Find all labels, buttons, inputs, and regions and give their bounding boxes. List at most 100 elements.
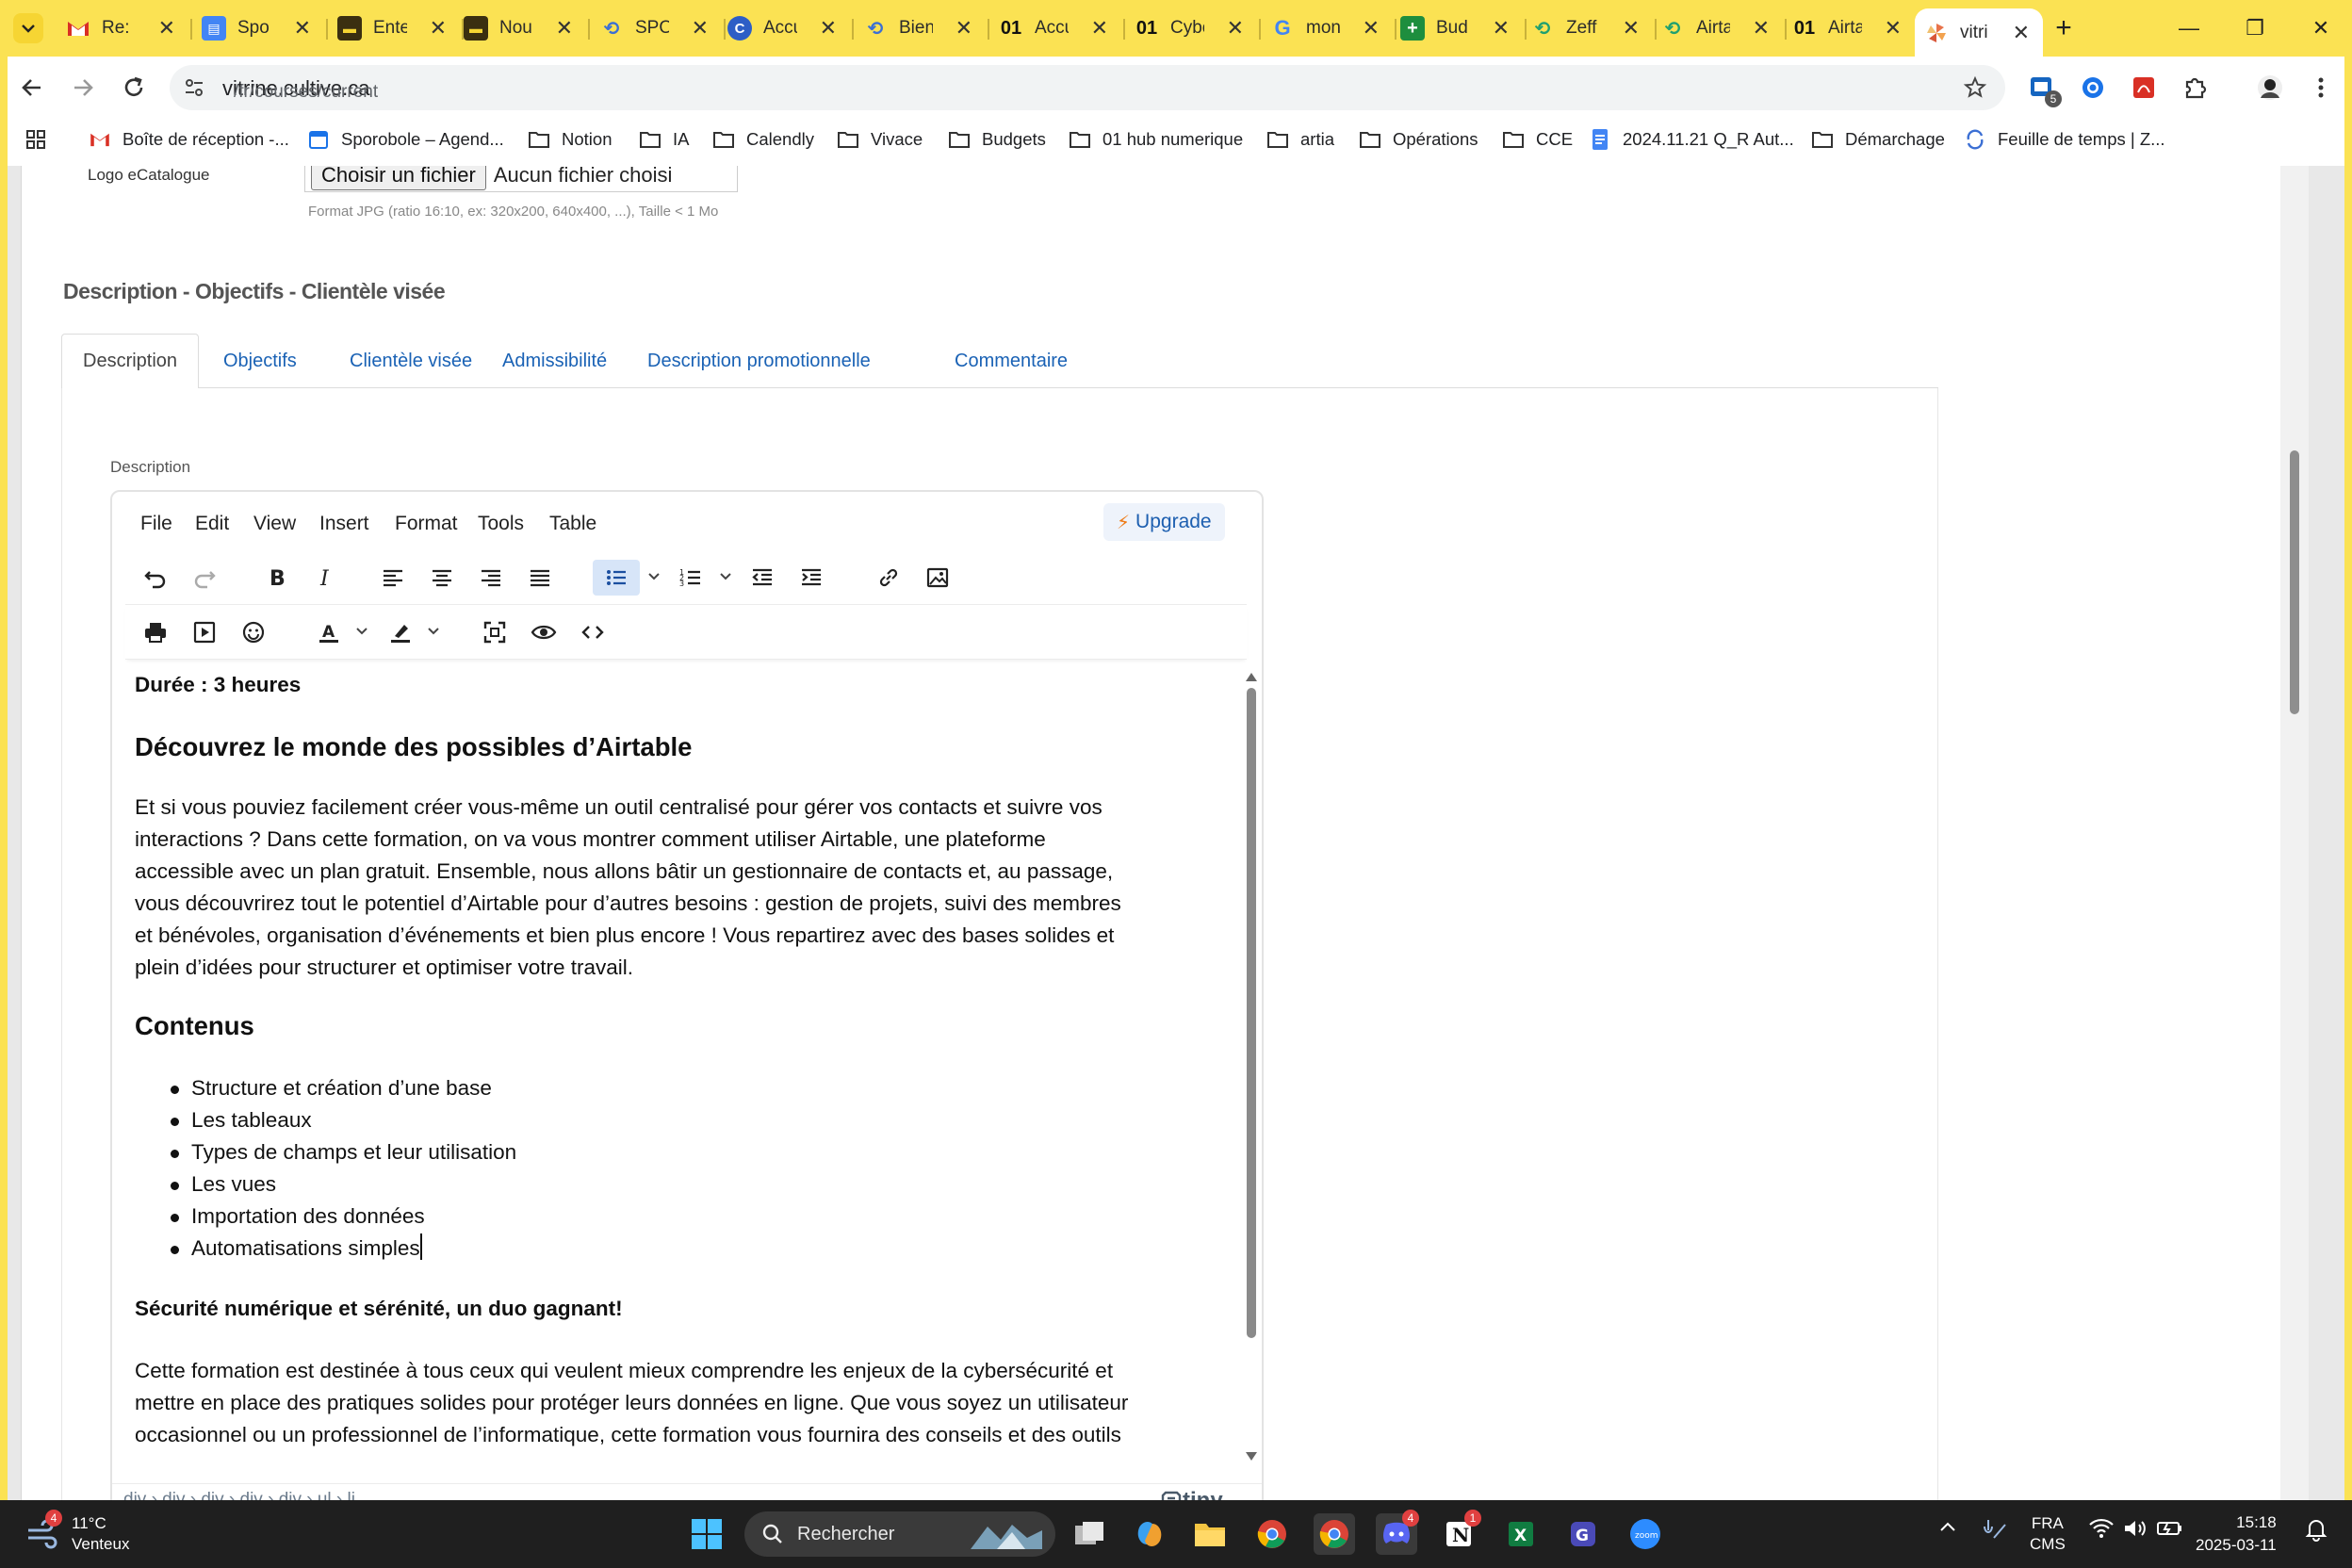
browser-tab[interactable]: + Bud ✕ <box>1391 8 1523 48</box>
task-view-icon[interactable] <box>1069 1513 1110 1555</box>
weather-widget[interactable]: 4 11°C Venteux <box>24 1510 129 1555</box>
menu-file[interactable]: File <box>140 513 172 535</box>
battery-icon[interactable] <box>2156 1517 2184 1544</box>
upgrade-button[interactable]: ⚡ Upgrade <box>1103 503 1225 541</box>
print-icon[interactable] <box>137 614 174 650</box>
editor-scrollbar[interactable] <box>1243 669 1260 1461</box>
close-icon[interactable]: ✕ <box>430 16 447 41</box>
extensions-puzzle-icon[interactable] <box>2179 72 2211 104</box>
bookmark-star-icon[interactable] <box>1960 73 1990 103</box>
preview-icon[interactable] <box>525 614 563 650</box>
numbered-list-icon[interactable]: 123 <box>672 560 710 596</box>
bookmark-gmail[interactable]: Boîte de réception -... <box>89 128 289 151</box>
bookmark-folder-cce[interactable]: CCE <box>1502 128 1573 151</box>
forward-button[interactable] <box>64 69 102 106</box>
close-icon[interactable]: ✕ <box>294 16 311 41</box>
redo-icon[interactable] <box>186 560 223 596</box>
close-icon[interactable]: ✕ <box>1753 16 1770 41</box>
wifi-icon[interactable] <box>2088 1517 2115 1544</box>
menu-tools[interactable]: Tools <box>478 513 524 535</box>
bookmark-folder-ia[interactable]: IA <box>639 128 689 151</box>
close-icon[interactable]: ✕ <box>956 16 972 41</box>
browser-tab[interactable]: 01 Airta ✕ <box>1783 8 1915 48</box>
browser-tab[interactable]: C Accu ✕ <box>718 8 850 48</box>
link-icon[interactable] <box>870 560 907 596</box>
menu-insert[interactable]: Insert <box>319 513 369 535</box>
profile-avatar[interactable] <box>2254 72 2286 104</box>
minimize-button[interactable]: — <box>2156 9 2222 47</box>
media-icon[interactable] <box>186 614 223 650</box>
browser-tab[interactable]: ▬ Ente ✕ <box>328 8 460 48</box>
bookmark-sporobole[interactable]: Sporobole – Agend... <box>307 128 504 151</box>
new-tab-button[interactable]: + <box>2047 11 2081 45</box>
logo-file-input[interactable]: Choisir un fichier Aucun fichier choisi <box>304 166 738 192</box>
close-icon[interactable]: ✕ <box>1227 16 1244 41</box>
highlight-chevron-icon[interactable] <box>425 622 442 639</box>
element-path[interactable]: div › div › div › div › div › ul › li <box>123 1490 355 1500</box>
emoji-icon[interactable] <box>235 614 272 650</box>
site-info-icon[interactable] <box>183 76 205 99</box>
bookmark-folder-budgets[interactable]: Budgets <box>948 128 1046 151</box>
extension-circle-icon[interactable] <box>2077 72 2109 104</box>
numbered-list-chevron-icon[interactable] <box>717 567 734 584</box>
align-justify-icon[interactable] <box>521 560 559 596</box>
back-button[interactable] <box>13 69 51 106</box>
reload-button[interactable] <box>115 69 153 106</box>
bookmark-folder-hub[interactable]: 01 hub numerique <box>1069 128 1243 151</box>
copilot-icon[interactable] <box>1129 1513 1170 1555</box>
browser-tab[interactable]: 01 Accu ✕ <box>989 8 1121 48</box>
volume-icon[interactable] <box>2122 1517 2148 1544</box>
align-left-icon[interactable] <box>374 560 412 596</box>
menu-table[interactable]: Table <box>549 513 596 535</box>
restore-button[interactable]: ❐ <box>2222 9 2288 47</box>
browser-tab[interactable]: ▤ Spo ✕ <box>192 8 324 48</box>
excel-icon[interactable]: X <box>1500 1513 1542 1555</box>
app-g-icon[interactable]: G <box>1562 1513 1604 1555</box>
discord-icon[interactable]: 4 <box>1376 1510 1419 1555</box>
tab-commentaire[interactable]: Commentaire <box>934 334 1088 388</box>
bookmark-folder-vivace[interactable]: Vivace <box>837 128 923 151</box>
close-icon[interactable]: ✕ <box>1091 16 1108 41</box>
choose-file-button[interactable]: Choisir un fichier <box>311 166 486 190</box>
chevron-up-icon[interactable] <box>1937 1517 1958 1543</box>
address-bar[interactable]: vitrine.cultive.ca/fr/courses/current <box>170 65 2005 110</box>
browser-tab[interactable]: ▬ Nou ✕ <box>454 8 586 48</box>
align-right-icon[interactable] <box>472 560 510 596</box>
close-icon[interactable]: ✕ <box>820 16 837 41</box>
tab-clientele[interactable]: Clientèle visée <box>329 334 493 388</box>
page-scroll-thumb[interactable] <box>2290 450 2299 714</box>
italic-icon[interactable]: I <box>306 560 344 596</box>
extension-pdf-icon[interactable] <box>2128 72 2160 104</box>
bold-icon[interactable]: B <box>257 560 295 596</box>
tab-description-promotionnelle[interactable]: Description promotionnelle <box>627 334 891 388</box>
browser-tab[interactable]: ⟲ Zeff ✕ <box>1521 8 1653 48</box>
bookmark-timesheet[interactable]: Feuille de temps | Z... <box>1964 128 2165 151</box>
image-icon[interactable] <box>919 560 956 596</box>
indent-icon[interactable] <box>792 560 830 596</box>
browser-tab[interactable]: ⟲ Bien ✕ <box>854 8 986 48</box>
fullscreen-icon[interactable] <box>476 614 514 650</box>
file-explorer-icon[interactable] <box>1189 1513 1231 1555</box>
close-icon[interactable]: ✕ <box>2013 21 2030 45</box>
text-color-icon[interactable]: A <box>310 614 348 650</box>
tiny-logo[interactable]: tiny <box>1160 1488 1223 1500</box>
system-clock[interactable]: 15:18 2025-03-11 <box>2196 1511 2277 1557</box>
page-scrollbar[interactable] <box>2280 166 2309 1500</box>
apps-grid-icon[interactable] <box>24 128 47 151</box>
browser-tab[interactable]: Re: r ✕ <box>57 8 188 48</box>
bullet-list-icon[interactable] <box>593 560 640 596</box>
close-window-button[interactable]: ✕ <box>2288 9 2352 47</box>
tab-search-button[interactable] <box>13 13 43 43</box>
scroll-down-arrow-icon[interactable] <box>1246 1452 1257 1461</box>
close-icon[interactable]: ✕ <box>556 16 573 41</box>
align-center-icon[interactable] <box>423 560 461 596</box>
menu-edit[interactable]: Edit <box>195 513 229 535</box>
browser-tab-active[interactable]: vitri ✕ <box>1915 8 2043 57</box>
bookmark-doc[interactable]: 2024.11.21 Q_R Aut... <box>1589 128 1794 151</box>
windows-start-icon[interactable] <box>686 1513 727 1555</box>
bookmark-folder-notion[interactable]: Notion <box>528 128 612 151</box>
browser-tab[interactable]: ⟲ Airta ✕ <box>1651 8 1783 48</box>
editor-scroll-thumb[interactable] <box>1247 688 1256 1338</box>
outdent-icon[interactable] <box>743 560 781 596</box>
menu-view[interactable]: View <box>253 513 296 535</box>
